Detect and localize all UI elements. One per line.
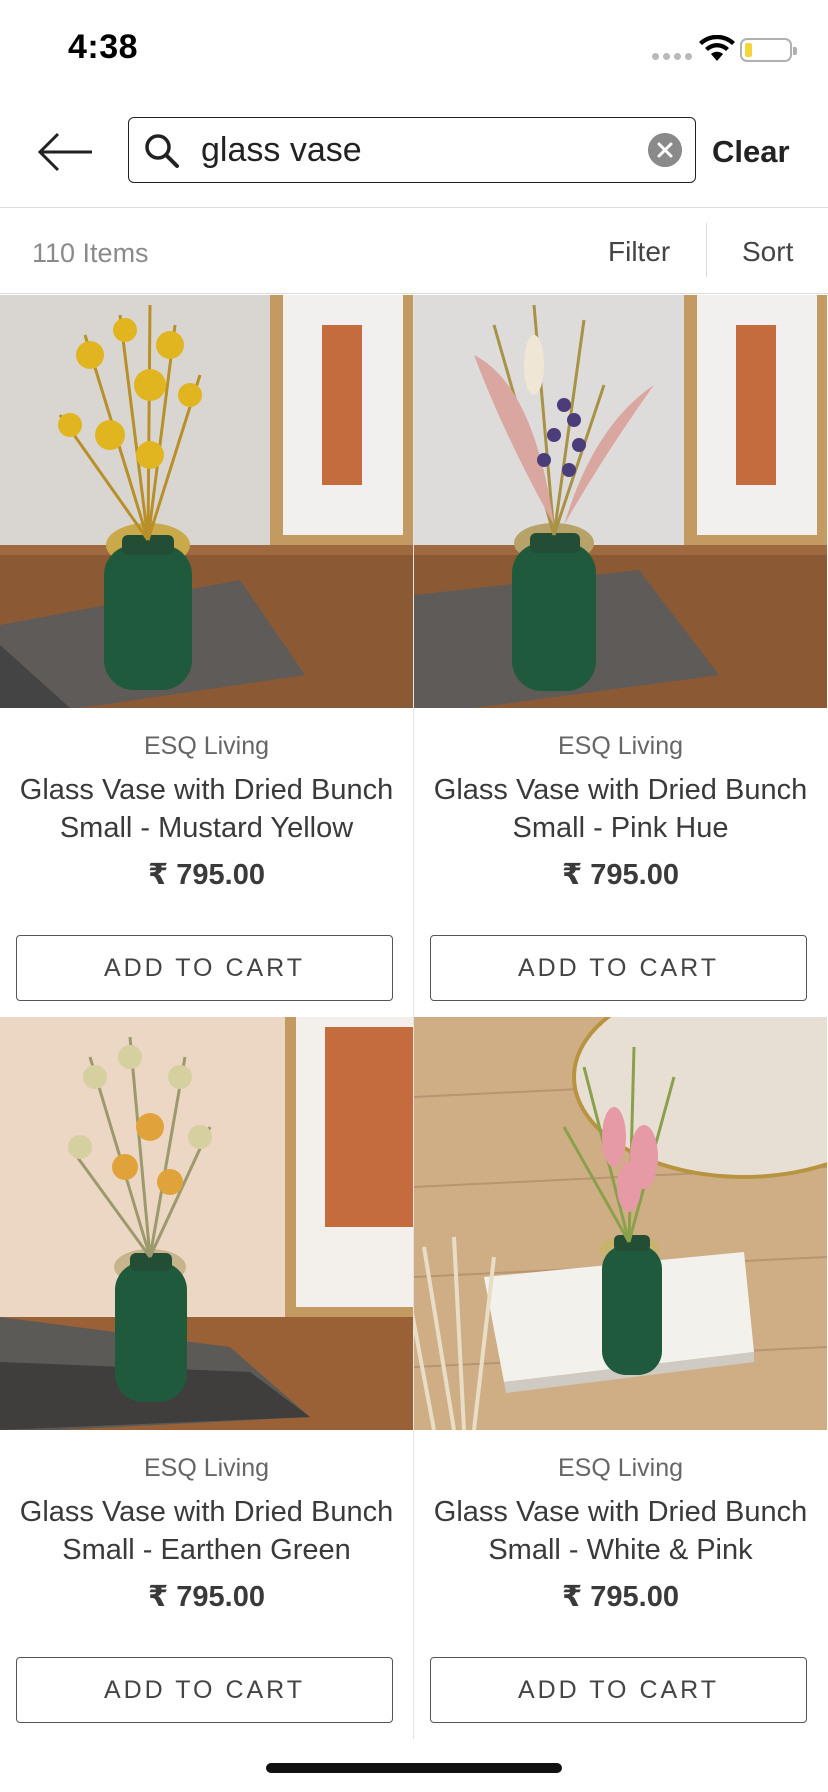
back-arrow-icon[interactable] <box>36 130 96 174</box>
product-image[interactable] <box>414 295 827 708</box>
filter-button[interactable]: Filter <box>608 236 670 268</box>
product-price: ₹ 795.00 <box>562 859 679 891</box>
product-card[interactable]: ESQ Living Glass Vase with Dried Bunch S… <box>0 1017 414 1739</box>
search-icon <box>145 134 179 168</box>
add-to-cart-button[interactable]: ADD TO CART <box>16 935 393 1001</box>
status-time: 4:38 <box>68 28 139 66</box>
add-to-cart-button[interactable]: ADD TO CART <box>430 1657 807 1723</box>
results-bar: 110 Items Filter Sort <box>0 209 828 294</box>
product-card[interactable]: ESQ Living Glass Vase with Dried Bunch S… <box>0 295 414 1017</box>
product-title[interactable]: Glass Vase with Dried Bunch Small - Pink… <box>428 771 813 847</box>
clear-input-icon[interactable] <box>648 133 682 167</box>
product-title[interactable]: Glass Vase with Dried Bunch Small - Eart… <box>14 1493 399 1569</box>
battery-icon <box>740 38 797 62</box>
product-card[interactable]: ESQ Living Glass Vase with Dried Bunch S… <box>413 295 827 1017</box>
product-image[interactable] <box>414 1017 827 1430</box>
product-price: ₹ 795.00 <box>562 1581 679 1613</box>
add-to-cart-button[interactable]: ADD TO CART <box>430 935 807 1001</box>
product-brand: ESQ Living <box>557 1454 684 1482</box>
product-brand: ESQ Living <box>557 732 684 760</box>
divider <box>706 223 707 277</box>
product-price: ₹ 795.00 <box>148 1581 265 1613</box>
search-header: Clear <box>0 100 828 208</box>
product-price: ₹ 795.00 <box>148 859 265 891</box>
product-title[interactable]: Glass Vase with Dried Bunch Small - Must… <box>14 771 399 847</box>
search-box[interactable] <box>128 117 696 183</box>
product-brand: ESQ Living <box>143 732 270 760</box>
add-to-cart-button[interactable]: ADD TO CART <box>16 1657 393 1723</box>
wifi-icon <box>699 35 735 61</box>
product-card[interactable]: ESQ Living Glass Vase with Dried Bunch S… <box>413 1017 827 1739</box>
product-title[interactable]: Glass Vase with Dried Bunch Small - Whit… <box>428 1493 813 1569</box>
home-indicator[interactable] <box>266 1763 562 1773</box>
cellular-signal-icon <box>652 53 692 60</box>
product-image[interactable] <box>0 1017 413 1430</box>
status-bar: 4:38 <box>0 0 828 100</box>
product-brand: ESQ Living <box>143 1454 270 1482</box>
sort-button[interactable]: Sort <box>742 236 793 268</box>
clear-button[interactable]: Clear <box>712 134 790 170</box>
search-input[interactable] <box>201 128 621 172</box>
product-image[interactable] <box>0 295 413 708</box>
item-count: 110 Items <box>32 238 149 268</box>
